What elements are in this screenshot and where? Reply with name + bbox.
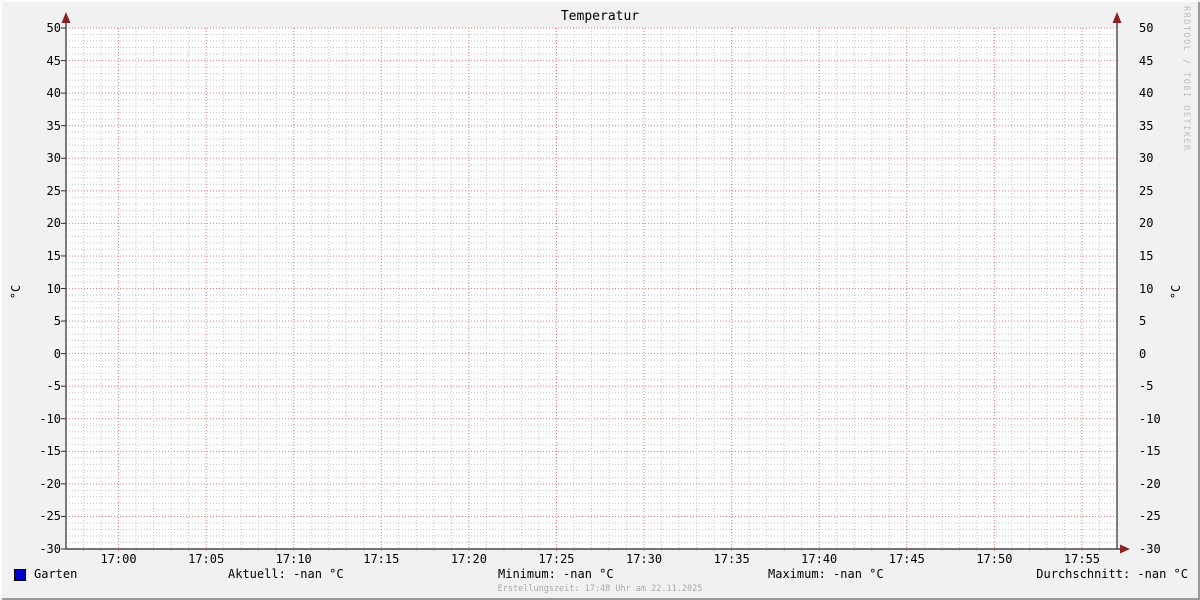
stat-maximum: Maximum: -nan °C [768, 567, 884, 581]
y-axis-tick-label-left: 20 [46, 216, 61, 231]
x-axis-tick-label: 17:35 [713, 552, 750, 566]
x-axis-tick-label: 17:15 [363, 552, 400, 566]
y-axis-tick-label-left: 50 [46, 21, 61, 35]
y-axis-tick-label-left: -20 [39, 476, 61, 491]
stat-durchschnitt: Durchschnitt: -nan °C [1036, 567, 1188, 581]
y-axis-tick-label-right: 10 [1139, 281, 1154, 296]
creation-time: Erstellungszeit: 17:48 Uhr am 22.11.2025 [497, 584, 703, 594]
y-axis-tick-label-left: -15 [39, 444, 61, 459]
rrdtool-graph: { "title": "Temperatur", "watermark": "R… [0, 0, 1200, 600]
y-axis-tick-label-right: -5 [1139, 379, 1154, 394]
y-axis-tick-label-right: 20 [1139, 216, 1154, 231]
legend-row: Garten Aktuell: -nan °C Minimum: -nan °C… [0, 567, 1200, 583]
y-axis-tick-label-right: 5 [1139, 314, 1147, 329]
y-axis-tick-label-left: -25 [39, 509, 61, 524]
y-axis-tick-label-right: -30 [1139, 542, 1161, 556]
temperature-chart [61, 12, 1130, 554]
y-axis-tick-label-right: -10 [1139, 411, 1161, 426]
y-axis-tick-label-right: -15 [1139, 444, 1161, 459]
x-axis-tick-label: 17:55 [1063, 552, 1101, 566]
y-axis-tick-label-left: -10 [39, 411, 61, 426]
y-axis-tick-label-right: 25 [1139, 183, 1154, 198]
chart-title: Temperatur [560, 9, 640, 24]
legend-series-label: Garten [34, 567, 78, 581]
x-axis-tick-label: 17:00 [100, 552, 137, 566]
y-axis-tick-label-left: 40 [46, 86, 61, 101]
y-axis-tick-label-right: 0 [1139, 346, 1147, 361]
x-axis-tick-label: 17:10 [275, 552, 312, 566]
y-axis-tick-label-left: 5 [53, 314, 61, 329]
y-axis-tick-label-right: 15 [1139, 248, 1154, 263]
y-axis-tick-label-left: -5 [46, 379, 61, 394]
x-axis-tick-label: 17:45 [888, 552, 925, 566]
y-axis-tick-label-left: 15 [46, 248, 61, 263]
stat-aktuell: Aktuell: -nan °C [228, 567, 344, 581]
y-axis-tick-label-right: 50 [1139, 21, 1154, 35]
y-axis-tick-label-left: 45 [46, 53, 61, 68]
legend-swatch-garten [14, 569, 26, 581]
x-axis-tick-label: 17:25 [538, 552, 575, 566]
y-axis-tick-label-left: 25 [46, 183, 61, 198]
x-axis-tick-label: 17:20 [450, 552, 487, 566]
y-axis-tick-label-right: -20 [1139, 476, 1161, 491]
x-axis-tick-label: 17:05 [188, 552, 225, 566]
x-axis-tick-label: 17:30 [625, 552, 663, 566]
stat-minimum: Minimum: -nan °C [498, 567, 614, 581]
y-axis-tick-label-right: -25 [1139, 509, 1161, 524]
x-axis-tick-label: 17:40 [801, 552, 838, 566]
y-axis-tick-label-right: 40 [1139, 86, 1154, 101]
x-axis-tick-label: 17:50 [976, 552, 1013, 566]
y-axis-tick-label-right: 35 [1139, 118, 1154, 133]
y-axis-tick-label-left: 35 [46, 118, 61, 133]
y-axis-tick-label-left: -30 [39, 542, 61, 556]
y-axis-tick-label-left: 30 [46, 151, 61, 166]
y-axis-tick-label-right: 45 [1139, 53, 1154, 68]
y-axis-tick-label-left: 0 [53, 346, 61, 361]
y-axis-tick-label-right: 30 [1139, 151, 1154, 166]
y-axis-tick-label-left: 10 [46, 281, 61, 296]
